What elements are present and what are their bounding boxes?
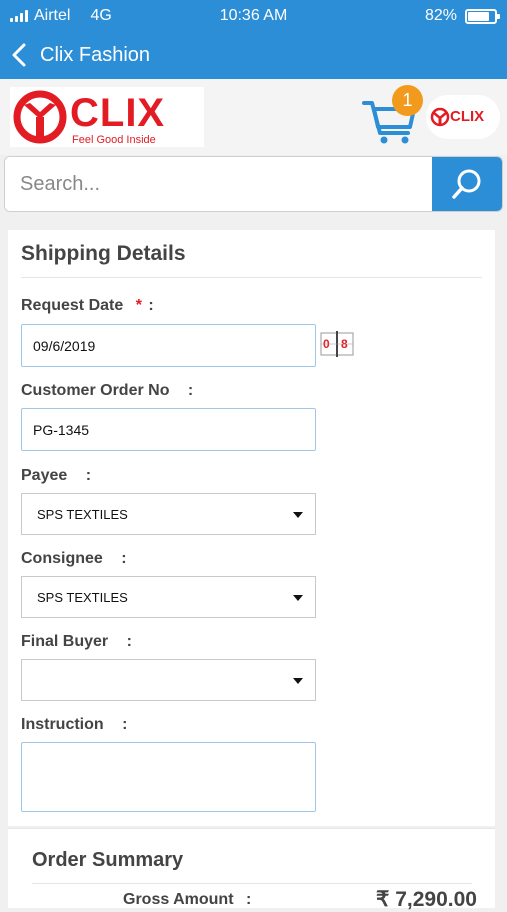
- consignee-colon: :: [121, 550, 127, 567]
- brand-name: CLIX: [70, 91, 166, 135]
- payee-value: SPS TEXTILES: [37, 506, 128, 522]
- payee-select[interactable]: SPS TEXTILES: [21, 493, 316, 535]
- divider: [21, 277, 482, 278]
- consignee-label-text: Consignee: [21, 550, 103, 567]
- brand-header: CLIX Feel Good Inside CLIX: [0, 79, 507, 155]
- request-date-field[interactable]: 09/6/2019: [21, 324, 316, 367]
- order-summary-card: Order Summary Gross Amount : ₹ 7,290.00: [8, 828, 495, 911]
- nav-bar: Clix Fashion: [0, 32, 507, 79]
- chevron-left-icon: [12, 43, 26, 67]
- payee-colon: :: [85, 467, 92, 484]
- nav-title: Clix Fashion: [40, 44, 151, 66]
- mini-brand-name: CLIX: [450, 108, 485, 125]
- consignee-value: SPS TEXTILES: [37, 589, 128, 605]
- customer-order-label: Customer Order No :: [21, 382, 193, 400]
- customer-order-colon: :: [187, 382, 194, 399]
- battery-icon: [465, 8, 500, 24]
- mini-logo-icon: [430, 107, 450, 127]
- instruction-label: Instruction :: [21, 716, 127, 734]
- consignee-select[interactable]: SPS TEXTILES: [21, 576, 316, 618]
- consignee-label: Consignee :: [21, 550, 127, 568]
- status-right: 82%: [424, 7, 500, 25]
- back-button[interactable]: [8, 40, 34, 70]
- search-input[interactable]: [5, 157, 433, 211]
- shipping-details-card: Shipping Details Request Date * : 09/6/2…: [8, 230, 495, 826]
- request-date-label-text: Request Date: [21, 297, 124, 314]
- mini-clix-logo: CLIX: [426, 95, 500, 139]
- search-icon: [452, 169, 481, 199]
- final-buyer-label: Final Buyer :: [21, 633, 132, 651]
- brand-tagline: Feel Good Inside: [72, 134, 156, 146]
- status-bar: Airtel 4G 10:36 AM 82%: [0, 0, 507, 32]
- final-buyer-colon: :: [126, 633, 132, 650]
- final-buyer-label-text: Final Buyer: [21, 633, 109, 650]
- order-summary-title: Order Summary: [32, 849, 184, 871]
- clix-logo: CLIX Feel Good Inside: [10, 87, 204, 147]
- payee-label: Payee :: [21, 467, 91, 485]
- search-bar: [4, 156, 503, 212]
- gross-amount-label: Gross Amount :: [123, 891, 251, 909]
- request-date-colon: :: [148, 297, 154, 314]
- calendar-button[interactable]: 0 8: [320, 331, 354, 357]
- search-button[interactable]: [432, 157, 502, 211]
- divider: [32, 883, 472, 884]
- clix-logo-icon: [13, 90, 67, 144]
- caret-down-icon: [293, 595, 303, 601]
- caret-down-icon: [293, 512, 303, 518]
- instruction-colon: :: [122, 716, 128, 733]
- instruction-textarea[interactable]: [21, 742, 316, 812]
- payee-label-text: Payee: [21, 467, 68, 484]
- customer-order-label-text: Customer Order No: [21, 382, 170, 399]
- battery-percent: 82%: [424, 7, 457, 24]
- final-buyer-select[interactable]: [21, 659, 316, 701]
- request-date-label: Request Date * :: [21, 297, 154, 315]
- required-mark: *: [135, 297, 142, 314]
- caret-down-icon: [293, 678, 303, 684]
- section-title: Shipping Details: [21, 242, 186, 265]
- instruction-label-text: Instruction: [21, 716, 104, 733]
- cart-count-badge: 1: [392, 85, 423, 116]
- calendar-icon: 0 8: [320, 331, 354, 357]
- customer-order-field[interactable]: PG-1345: [21, 408, 316, 451]
